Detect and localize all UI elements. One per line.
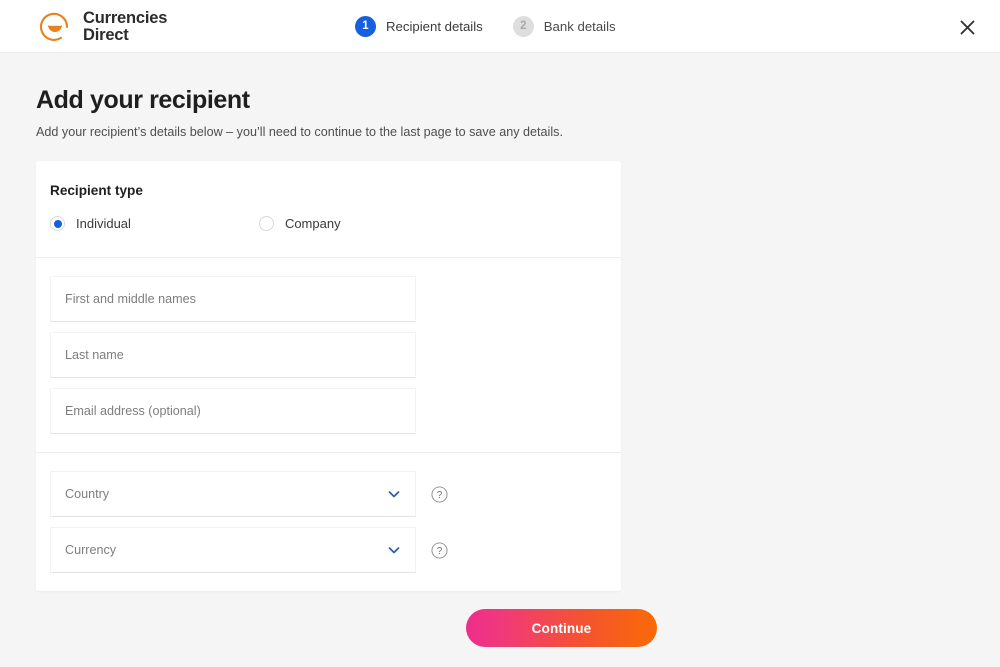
- chevron-down-icon: [388, 491, 400, 498]
- step-bank-details[interactable]: 2 Bank details: [512, 16, 616, 37]
- continue-button[interactable]: Continue: [466, 609, 657, 647]
- recipient-type-title: Recipient type: [50, 183, 143, 198]
- last-name-placeholder: Last name: [65, 348, 124, 362]
- app-header: Currencies Direct 1 Recipient details 2 …: [0, 0, 1000, 53]
- page-subtitle: Add your recipient’s details below – you…: [36, 125, 563, 139]
- radio-individual-label: Individual: [76, 216, 131, 231]
- svg-text:?: ?: [437, 489, 443, 500]
- page-title: Add your recipient: [36, 86, 250, 114]
- country-placeholder: Country: [65, 487, 110, 501]
- email-address-input[interactable]: Email address (optional): [50, 388, 416, 434]
- first-and-middle-names-input[interactable]: First and middle names: [50, 276, 416, 322]
- recipient-type-section: Recipient type Individual Company: [36, 161, 621, 257]
- currency-help-icon[interactable]: ?: [431, 541, 448, 559]
- location-fields-section: Country ? Currency ?: [36, 453, 621, 591]
- close-button[interactable]: [950, 10, 984, 44]
- step-1-label: Recipient details: [386, 19, 483, 34]
- close-icon: [960, 20, 974, 34]
- email-address-placeholder: Email address (optional): [65, 404, 201, 418]
- recipient-form-card: Recipient type Individual Company First …: [36, 161, 621, 591]
- currency-placeholder: Currency: [65, 543, 117, 557]
- country-help-icon[interactable]: ?: [431, 485, 448, 503]
- step-indicator: 1 Recipient details 2 Bank details: [355, 0, 616, 53]
- field-row-first-and-middle-names: First and middle names: [50, 276, 621, 322]
- form-footer: Continue: [36, 591, 657, 647]
- country-select[interactable]: Country: [50, 471, 416, 517]
- currency-select[interactable]: Currency: [50, 527, 416, 573]
- field-row-last-name: Last name: [50, 332, 621, 378]
- brand-logo-text: Currencies Direct: [83, 9, 168, 44]
- radio-company-indicator-icon[interactable]: [258, 216, 274, 231]
- chevron-down-icon: [388, 547, 400, 554]
- name-fields-section: First and middle names Last name Email a…: [36, 258, 621, 452]
- step-2-label: Bank details: [543, 19, 616, 34]
- brand-logo[interactable]: Currencies Direct: [36, 8, 167, 46]
- radio-company-label: Company: [284, 216, 341, 231]
- page-body: Add your recipient Add your recipient’s …: [0, 53, 1000, 647]
- field-row-country: Country ?: [50, 471, 621, 517]
- first-and-middle-names-placeholder: First and middle names: [65, 292, 196, 306]
- radio-individual[interactable]: Individual: [50, 216, 131, 231]
- step-recipient-details[interactable]: 1 Recipient details: [355, 16, 483, 37]
- radio-company[interactable]: Company: [258, 216, 341, 231]
- field-row-email-address: Email address (optional): [50, 388, 621, 434]
- currencies-direct-logo-icon: [36, 8, 74, 46]
- recipient-type-radio-group: Individual Company: [50, 216, 621, 257]
- last-name-input[interactable]: Last name: [50, 332, 416, 378]
- step-2-badge: 2: [512, 16, 534, 37]
- step-1-badge: 1: [355, 16, 376, 37]
- svg-text:?: ?: [437, 545, 443, 556]
- radio-individual-indicator-icon[interactable]: [50, 216, 65, 231]
- field-row-currency: Currency ?: [50, 527, 621, 573]
